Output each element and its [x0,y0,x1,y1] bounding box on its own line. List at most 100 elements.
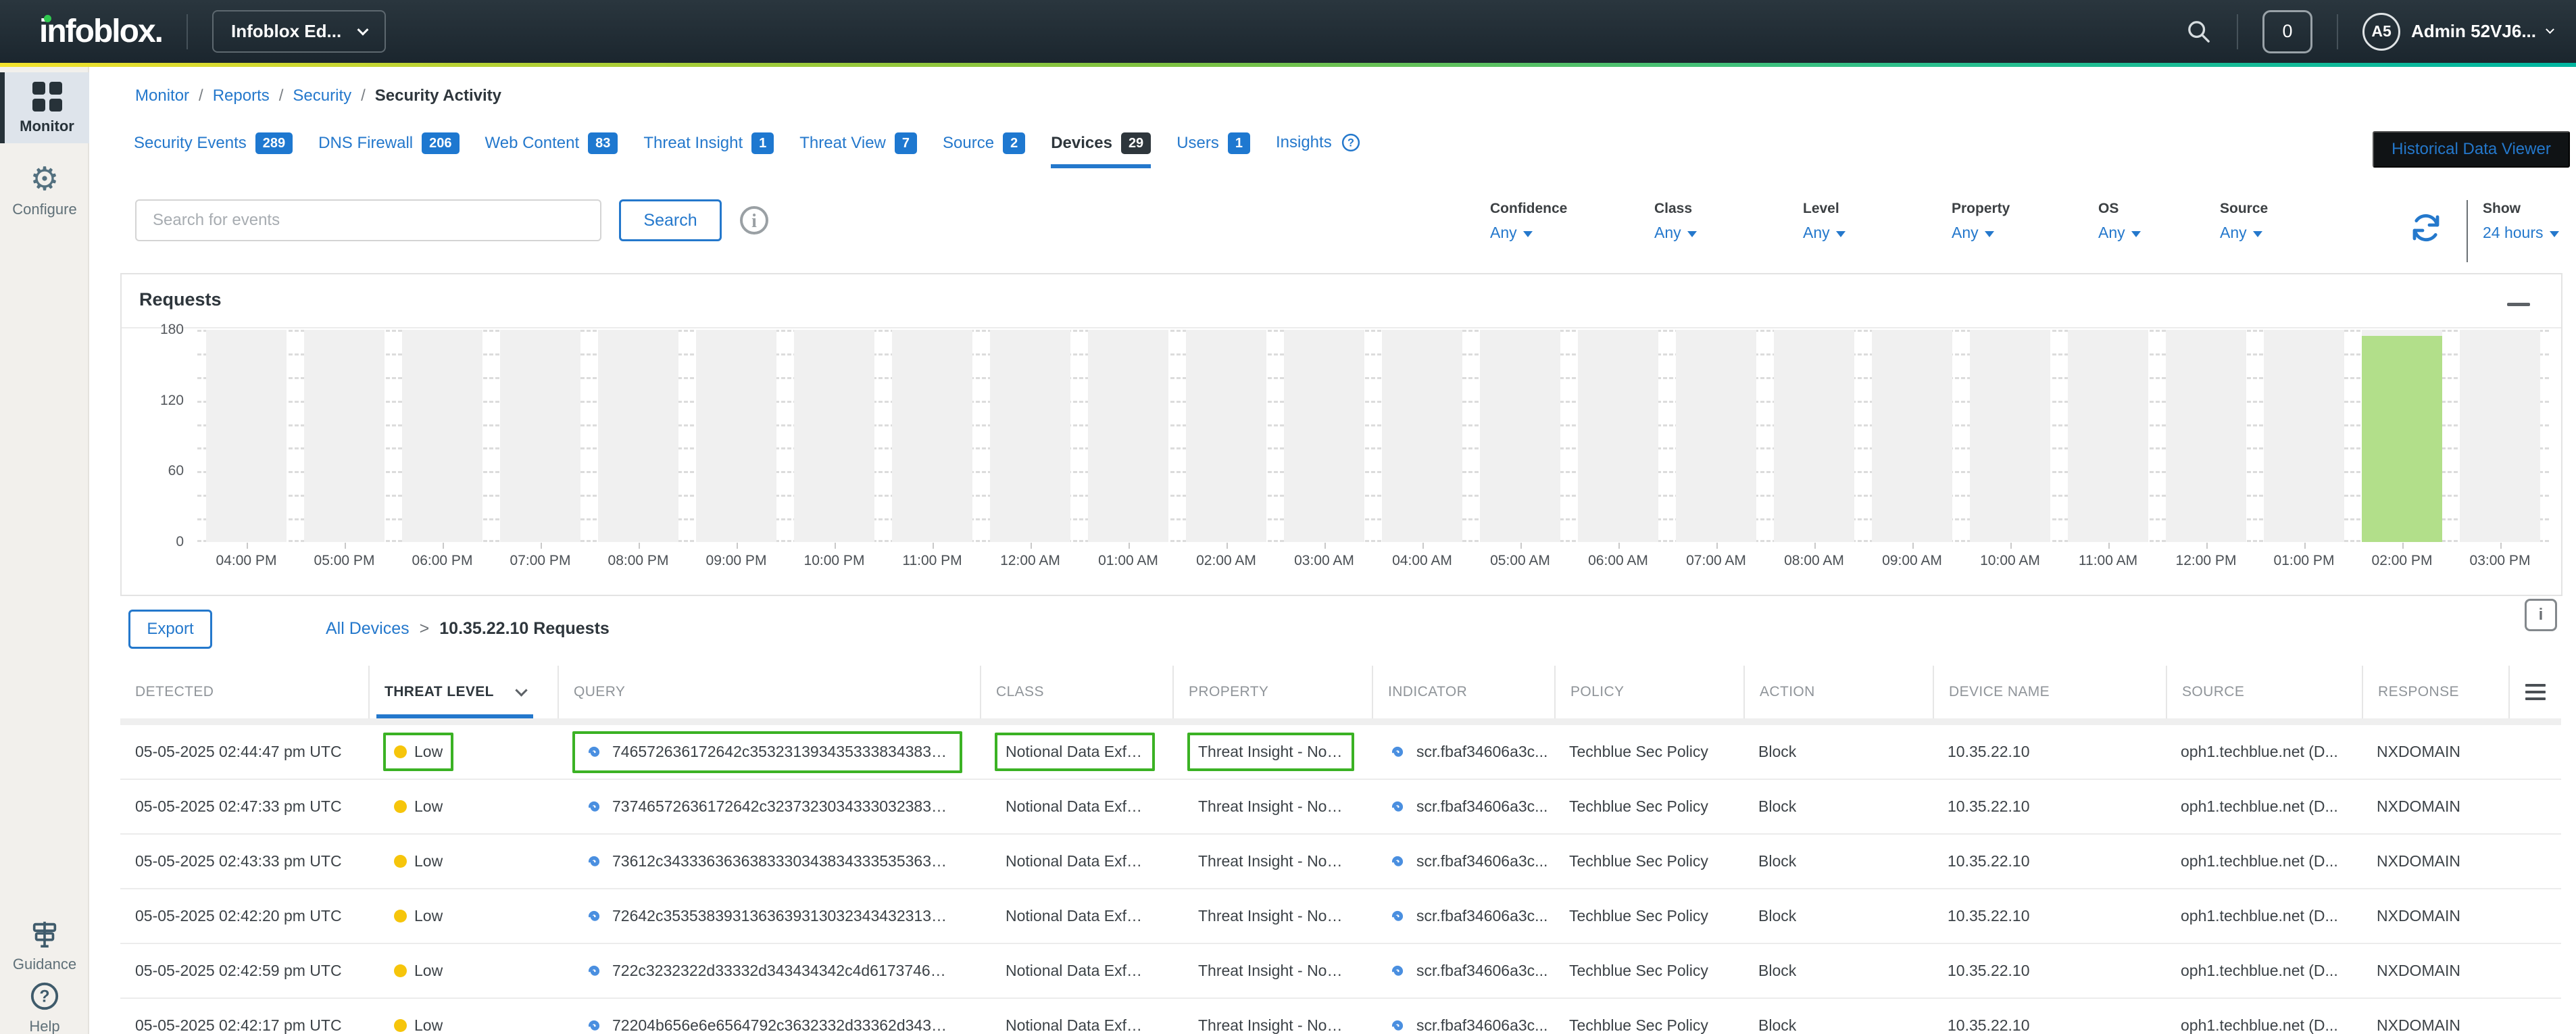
sidebar-item-guidance[interactable]: Guidance [0,909,89,981]
chart-band [295,330,393,542]
cell-indicator[interactable]: scr.fbaf34606a3c... [1372,851,1554,872]
table-row[interactable]: 05-05-2025 02:42:59 pm UTC Low 722c32323… [120,944,2561,999]
workspace-label: Infoblox Ed... [231,21,341,42]
column-header-action[interactable]: ACTION [1743,666,1933,718]
cell-class: Notional Data Exfiltra... [980,842,1172,881]
tab-users[interactable]: Users1 [1176,132,1250,168]
notification-badge[interactable]: 0 [2262,10,2312,53]
cell-policy: Techblue Sec Policy [1554,1016,1743,1034]
filter-level[interactable]: Level Any [1803,201,1846,242]
cell-indicator[interactable]: scr.fbaf34606a3c... [1372,960,1554,982]
table-header-row: DETECTED THREAT LEVEL QUERY CLASS PROPER… [120,666,2561,718]
table-row[interactable]: 05-05-2025 02:43:33 pm UTC Low 73612c343… [120,835,2561,889]
sidebar-item-label: Monitor [20,118,74,135]
cell-action: Block [1743,852,1933,870]
search-button[interactable]: Search [619,199,722,241]
filter-property[interactable]: Property Any [1952,201,2010,242]
table-row[interactable]: 05-05-2025 02:44:47 pm UTC Low 746572636… [120,725,2561,780]
tab-insights[interactable]: Insights [1276,132,1361,167]
cell-query[interactable]: 73612c34333636363833303438343335353637..… [558,841,980,883]
count-badge: 29 [1121,132,1151,154]
column-header-source[interactable]: SOURCE [2166,666,2362,718]
cell-indicator[interactable]: scr.fbaf34606a3c... [1372,1015,1554,1034]
cell-detected: 05-05-2025 02:44:47 pm UTC [120,743,368,761]
search-input[interactable] [135,199,601,241]
breadcrumb-link-monitor[interactable]: Monitor [135,87,189,105]
topbar-divider [187,14,188,49]
column-settings-icon[interactable] [2508,666,2561,718]
tab-web-content[interactable]: Web Content83 [485,132,618,168]
collapse-panel-icon[interactable] [2507,303,2530,306]
chart-band [1275,330,1373,542]
x-tick-label: 01:00 PM [2255,553,2353,569]
column-header-policy[interactable]: POLICY [1554,666,1743,718]
tab-devices[interactable]: Devices29 [1051,132,1151,168]
breadcrumb-link-reports[interactable]: Reports [213,87,270,105]
tab-source[interactable]: Source2 [943,132,1025,168]
indicator-swirl-icon [1387,960,1408,982]
threat-low-dot-icon [394,964,407,977]
historical-data-viewer-button[interactable]: Historical Data Viewer [2373,131,2570,168]
column-header-threat-level[interactable]: THREAT LEVEL [368,666,558,718]
filter-show-timerange[interactable]: Show 24 hours [2483,201,2559,242]
threat-low-dot-icon [394,1019,407,1032]
cell-indicator[interactable]: scr.fbaf34606a3c... [1372,796,1554,818]
cell-query[interactable]: 746572636172642c353231393435333834383438… [558,731,980,773]
tab-dns-firewall[interactable]: DNS Firewall206 [318,132,459,168]
cell-query[interactable]: 73746572636172642c32373230343330323830..… [558,786,980,828]
chart-plot [197,330,2549,542]
column-header-detected[interactable]: DETECTED [120,666,368,718]
refresh-icon[interactable] [2410,212,2442,244]
filter-class[interactable]: Class Any [1654,201,1697,242]
x-tick-label: 08:00 PM [589,553,687,569]
cell-device-name: 10.35.22.10 [1933,907,2166,925]
cell-query[interactable]: 72204b656e6e6564792c3632332d33362d34363.… [558,1005,980,1034]
table-scroll-strip[interactable] [120,718,2561,725]
cell-indicator[interactable]: scr.fbaf34606a3c... [1372,741,1554,763]
indicator-swirl-icon [1387,906,1408,927]
chart-band [1765,330,1863,542]
user-menu[interactable]: A5 Admin 52VJ6... [2362,13,2553,51]
cell-indicator[interactable]: scr.fbaf34606a3c... [1372,906,1554,927]
workspace-selector[interactable]: Infoblox Ed... [212,10,386,53]
x-tick-label: 07:00 PM [491,553,589,569]
column-header-class[interactable]: CLASS [980,666,1172,718]
chart-band [1079,330,1177,542]
count-badge: 206 [422,132,459,154]
sidebar-item-configure[interactable]: ⚙ Configure [0,155,89,226]
table-row[interactable]: 05-05-2025 02:47:33 pm UTC Low 737465726… [120,780,2561,835]
y-tick-label: 120 [123,392,184,410]
column-header-response[interactable]: RESPONSE [2362,666,2508,718]
cell-query[interactable]: 722c3232322d33332d343434342c4d617374657.… [558,950,980,992]
chart-bar[interactable] [2362,336,2442,542]
sidebar-item-monitor[interactable]: Monitor [0,72,89,143]
table-row[interactable]: 05-05-2025 02:42:17 pm UTC Low 72204b656… [120,999,2561,1034]
breadcrumb-link-security[interactable]: Security [293,87,351,105]
filter-confidence[interactable]: Confidence Any [1490,201,1567,242]
column-header-query[interactable]: QUERY [558,666,980,718]
table-row[interactable]: 05-05-2025 02:42:20 pm UTC Low 72642c353… [120,889,2561,944]
filter-os[interactable]: OS Any [2098,201,2141,242]
cell-response: NXDOMAIN [2362,962,2508,980]
info-icon[interactable] [738,204,770,237]
query-swirl-icon [583,960,605,982]
cell-policy: Techblue Sec Policy [1554,797,1743,816]
column-header-indicator[interactable]: INDICATOR [1372,666,1554,718]
export-button[interactable]: Export [128,610,212,649]
chart-band [2157,330,2255,542]
sidebar-item-help[interactable]: Help [0,971,89,1034]
cell-property: Threat Insight - Notio... [1172,897,1372,935]
table-info-icon[interactable]: i [2525,599,2557,631]
column-header-device-name[interactable]: DEVICE NAME [1933,666,2166,718]
tab-security-events[interactable]: Security Events289 [134,132,293,168]
cell-query[interactable]: 72642c35353839313636393130323434323136..… [558,895,980,937]
filter-source[interactable]: Source Any [2220,201,2268,242]
count-badge: 83 [588,132,618,154]
search-icon[interactable] [2185,18,2212,45]
tab-threat-insight[interactable]: Threat Insight1 [643,132,774,168]
topbar-divider [2237,14,2238,49]
column-header-property[interactable]: PROPERTY [1172,666,1372,718]
x-tick-label: 10:00 PM [785,553,883,569]
all-devices-link[interactable]: All Devices [326,619,410,639]
tab-threat-view[interactable]: Threat View7 [799,132,917,168]
